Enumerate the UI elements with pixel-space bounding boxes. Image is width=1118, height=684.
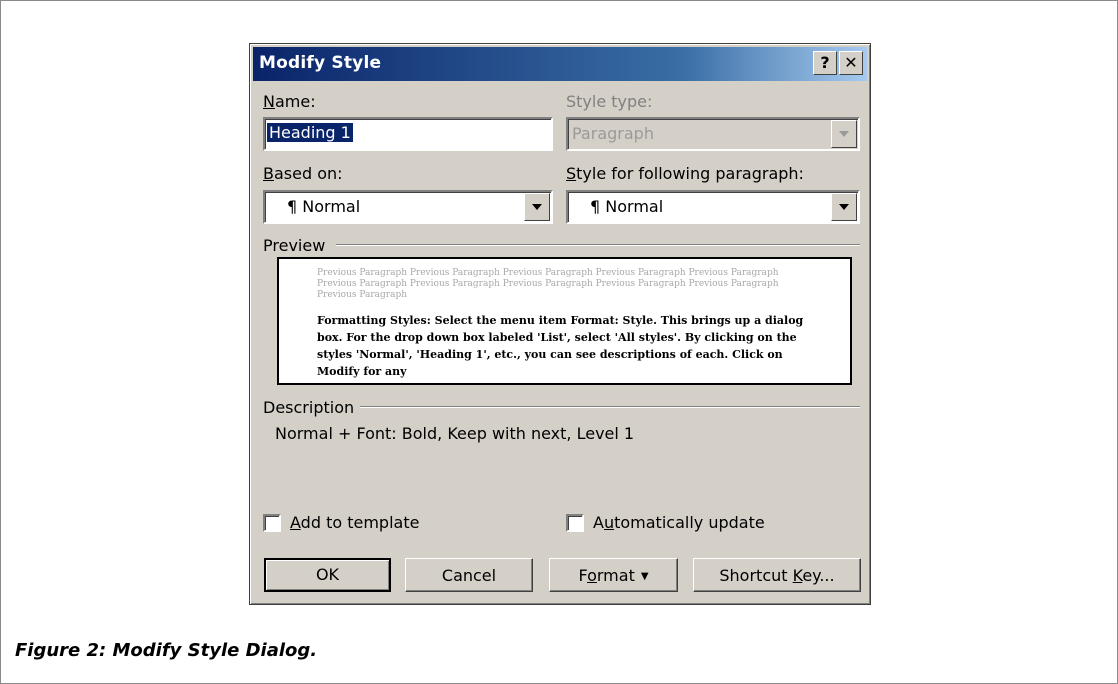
chevron-down-icon[interactable] [524,193,550,221]
preview-sample-paragraph: Formatting Styles: Select the menu item … [317,314,804,378]
chevron-down-icon[interactable] [831,193,857,221]
following-style-select[interactable]: ¶ Normal [566,190,860,224]
close-icon[interactable]: ✕ [839,51,863,75]
dialog-title: Modify Style [259,53,382,73]
style-type-value: Paragraph [572,124,654,143]
auto-update-label[interactable]: Automatically update [593,513,765,532]
based-on-value: ¶ Normal [287,197,361,216]
based-on-select[interactable]: ¶ Normal [263,190,553,224]
shortcut-key-button[interactable]: Shortcut Key... [693,558,861,592]
style-type-label: Style type: [566,92,653,111]
help-button[interactable]: ? [813,51,837,75]
title-bar[interactable]: Modify Style ? ✕ [253,47,867,81]
name-input[interactable]: Heading 1 [263,117,553,151]
description-text: Normal + Font: Bold, Keep with next, Lev… [275,424,635,443]
following-style-value: ¶ Normal [590,197,664,216]
format-button[interactable]: Format ▼ [549,558,678,592]
name-label: Name: [263,92,316,111]
preview-label: Preview [263,236,326,255]
preview-divider [336,244,860,246]
modify-style-dialog: Modify Style ? ✕ Name: Heading 1 Style t… [249,43,871,605]
add-to-template-checkbox[interactable] [263,514,281,532]
name-label-rest: ame: [274,92,316,111]
name-input-value: Heading 1 [267,123,353,142]
figure-caption: Figure 2: Modify Style Dialog. [15,640,318,661]
description-label: Description [263,398,355,417]
style-type-select: Paragraph [566,117,860,151]
based-on-label: Based on: [263,164,343,183]
chevron-down-icon [831,120,857,148]
auto-update-checkbox[interactable] [566,514,584,532]
add-to-template-label[interactable]: Add to template [290,513,419,532]
caret-down-icon: ▼ [640,571,649,582]
description-divider [360,406,860,408]
ok-button[interactable]: OK [264,558,391,592]
preview-previous-paragraph: Previous Paragraph Previous Paragraph Pr… [317,268,779,300]
cancel-button[interactable]: Cancel [405,558,533,592]
preview-pane: Previous Paragraph Previous Paragraph Pr… [277,257,852,385]
following-label: Style for following paragraph: [566,164,804,183]
